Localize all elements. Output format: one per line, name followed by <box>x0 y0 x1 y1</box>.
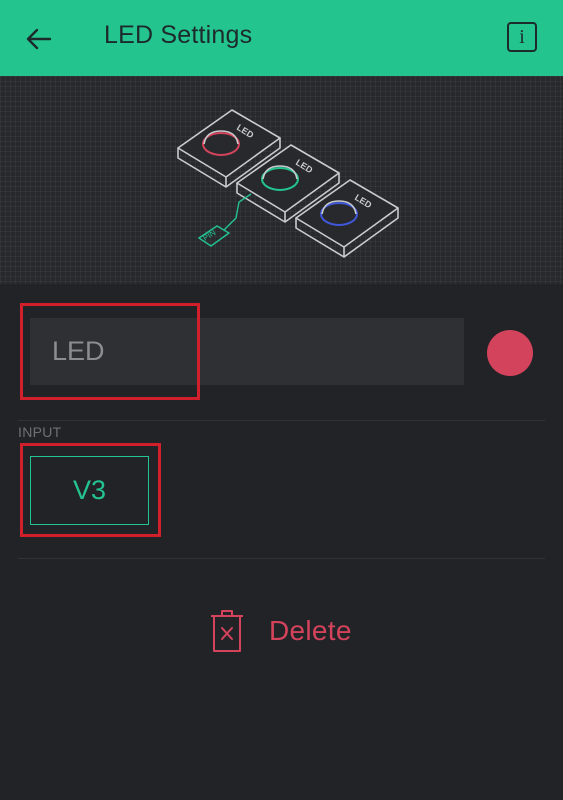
info-button[interactable]: i <box>507 22 537 52</box>
app-header: LED Settings i <box>0 0 563 76</box>
arrow-left-icon <box>26 28 52 50</box>
led-color-picker[interactable] <box>487 330 533 376</box>
input-section-label: INPUT <box>18 424 62 440</box>
led-illustration: LED LED LED PIN <box>0 76 563 284</box>
pin-label: PIN <box>201 228 217 243</box>
pin-connector: PIN <box>197 193 252 247</box>
page-title: LED Settings <box>104 21 253 49</box>
led-isometric-illustration: LED LED LED PIN <box>177 109 399 258</box>
widget-name-input[interactable]: LED <box>30 318 464 385</box>
pin-select-button[interactable]: V3 <box>30 456 149 525</box>
back-button[interactable] <box>18 18 60 60</box>
delete-button[interactable]: Delete <box>209 608 352 654</box>
delete-label: Delete <box>269 615 352 646</box>
trash-icon <box>211 610 243 652</box>
divider <box>18 420 545 421</box>
led-settings-screen: LED Settings i LED LED LED PIN LED INPUT… <box>0 0 563 800</box>
divider <box>18 558 545 559</box>
